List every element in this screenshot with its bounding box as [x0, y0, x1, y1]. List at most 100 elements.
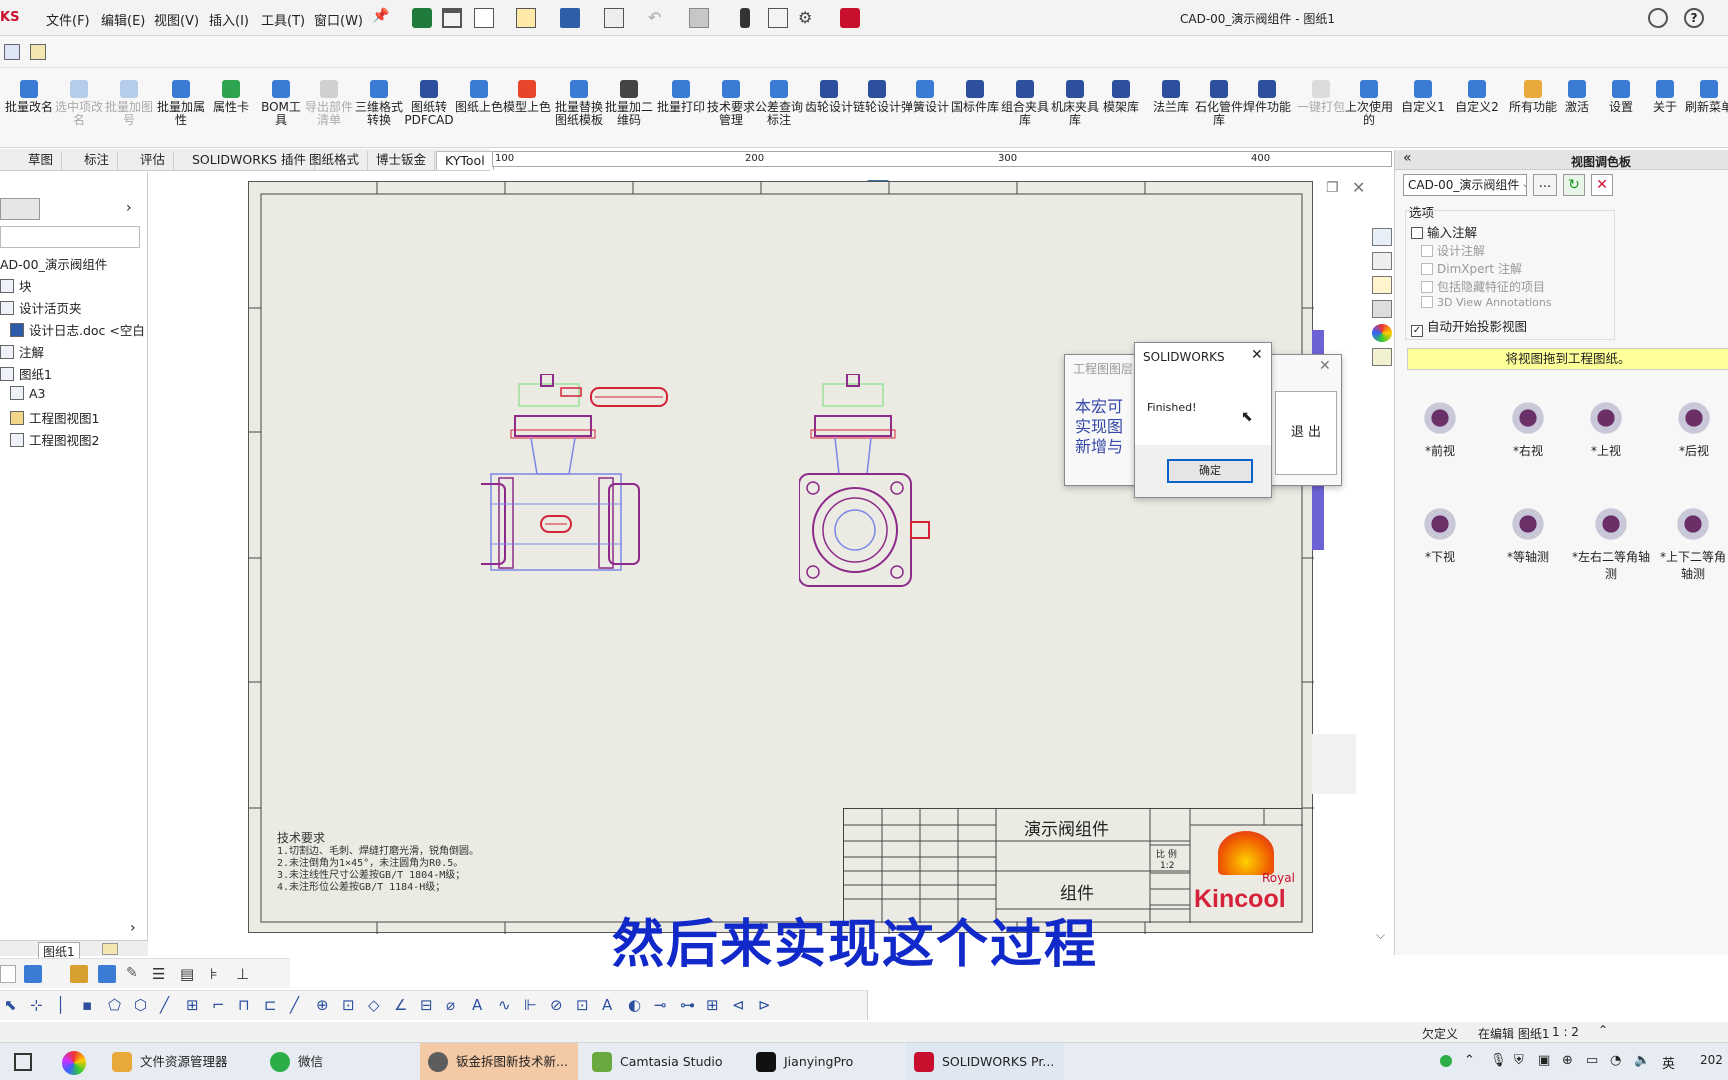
menu-insert[interactable]: 插入(I): [209, 10, 249, 29]
bring-front-icon[interactable]: ⊧: [210, 965, 228, 983]
taskbar-solidworks[interactable]: SOLIDWORKS Pr...: [906, 1043, 1064, 1080]
tray-network-icon[interactable]: ⊕: [1562, 1053, 1573, 1068]
file-properties-icon[interactable]: [768, 8, 788, 28]
tab-sheet-format[interactable]: 图纸格式: [301, 151, 369, 170]
hatch-icon[interactable]: ⊩: [524, 996, 537, 1014]
drawing-sheet[interactable]: 技术要求 1.切割边、毛刺、焊缝打磨光滑，锐角倒圆。 2.未注倒角为1×45°，…: [248, 181, 1314, 934]
cmd-button-34[interactable]: 刷新菜单: [1684, 80, 1728, 114]
spline-icon[interactable]: ╱: [290, 996, 299, 1014]
cmd-button-2[interactable]: 批量加图号: [104, 80, 154, 127]
tree-item-view2[interactable]: 工程图视图2: [10, 430, 99, 449]
tray-mic-icon[interactable]: 🎙: [1490, 1053, 1507, 1068]
menu-file[interactable]: 文件(F): [46, 10, 90, 29]
tree-root[interactable]: AD-00_演示阀组件: [0, 254, 107, 273]
block-icon[interactable]: ⊡: [576, 996, 589, 1014]
scroll-right-icon[interactable]: ›: [130, 920, 136, 936]
cmd-button-4[interactable]: 属性卡: [206, 80, 256, 114]
send-back-icon[interactable]: ⊥: [236, 965, 254, 983]
tray-wechat-icon[interactable]: [1440, 1055, 1452, 1067]
cmd-button-12[interactable]: 批量加二维码: [604, 80, 654, 127]
cmd-button-23[interactable]: 法兰库: [1146, 80, 1196, 114]
traffic-light-icon[interactable]: [740, 8, 750, 28]
tab-sw-addins[interactable]: SOLIDWORKS 插件: [184, 151, 316, 170]
browse-button[interactable]: ...: [1533, 174, 1557, 196]
rectangle-icon[interactable]: ▪: [82, 996, 92, 1014]
cmd-button-10[interactable]: 模型上色: [502, 80, 552, 114]
box-icon[interactable]: ⊡: [342, 996, 355, 1014]
scroll-down-icon[interactable]: ⌵: [1376, 928, 1385, 943]
close-window-icon[interactable]: ✕: [1352, 178, 1365, 197]
menu-tools[interactable]: 工具(T): [261, 10, 305, 29]
cmd-button-25[interactable]: 焊件功能: [1242, 80, 1292, 114]
view-dimetric-tb[interactable]: *上下二等角轴测: [1657, 504, 1728, 582]
file-explorer-icon[interactable]: [1372, 276, 1392, 294]
ok-button[interactable]: 确定: [1167, 459, 1253, 483]
collapse-pane-icon[interactable]: «: [1403, 150, 1412, 166]
view-isometric[interactable]: *等轴测: [1493, 504, 1563, 565]
cmd-button-22[interactable]: 模架库: [1096, 80, 1146, 114]
line-icon[interactable]: ╱: [160, 996, 169, 1014]
print-icon[interactable]: [604, 8, 624, 28]
cmd-button-6[interactable]: 导出部件清单: [304, 80, 354, 127]
cmd-button-16[interactable]: 齿轮设计: [804, 80, 854, 114]
cmd-button-1[interactable]: 选中项改名: [54, 80, 104, 127]
cmd-button-24[interactable]: 石化管件库: [1194, 80, 1244, 127]
cmd-button-15[interactable]: 公差查询标注: [754, 80, 804, 127]
tray-wifi-icon[interactable]: ◔: [1610, 1053, 1621, 1068]
text-icon[interactable]: A: [602, 996, 612, 1014]
design-library-icon[interactable]: [1372, 252, 1392, 270]
document-select[interactable]: CAD-00_演示阀组件 ⌵: [1403, 174, 1527, 196]
tray-volume-icon[interactable]: 🔈: [1634, 1053, 1650, 1068]
leader-icon[interactable]: ⊸: [654, 996, 667, 1014]
solid-icon[interactable]: ⬡: [134, 996, 147, 1014]
cmd-button-13[interactable]: 批量打印: [656, 80, 706, 114]
line-thickness-icon[interactable]: [98, 965, 116, 983]
excel-icon[interactable]: [412, 8, 432, 28]
line-color-icon[interactable]: [70, 965, 88, 983]
task-view-icon[interactable]: [14, 1053, 32, 1071]
cmd-button-19[interactable]: 国标件库: [950, 80, 1000, 114]
tree-item-blocks[interactable]: 块: [0, 276, 32, 295]
diameter-icon[interactable]: ⌀: [446, 996, 455, 1014]
frame-icon[interactable]: ⊞: [706, 996, 719, 1014]
undo-icon[interactable]: ↶: [648, 8, 668, 28]
cmd-button-21[interactable]: 机床夹具库: [1050, 80, 1100, 127]
appearances-icon[interactable]: [1372, 324, 1392, 342]
tree-filter-input[interactable]: [0, 226, 140, 248]
taskbar-jianying[interactable]: JianyingPro: [748, 1043, 898, 1080]
cmd-button-18[interactable]: 弹簧设计: [900, 80, 950, 114]
taskbar-sheetmetal-video[interactable]: 钣金拆图新技术新...: [420, 1043, 578, 1080]
layer-select[interactable]: [0, 965, 16, 983]
home-icon[interactable]: [442, 8, 462, 28]
tray-display-icon[interactable]: ▣: [1538, 1053, 1550, 1068]
drawing-view-1[interactable]: [481, 374, 691, 594]
tree-item-design-log[interactable]: 设计日志.doc <空白: [10, 320, 145, 339]
tree-item-binder[interactable]: 设计活页夹: [0, 298, 82, 317]
color-display-icon[interactable]: ▤: [180, 965, 198, 983]
clear-icon[interactable]: ✕: [1591, 174, 1613, 196]
drawing-view-2[interactable]: [799, 374, 939, 594]
view-palette-icon[interactable]: [1372, 300, 1392, 318]
line-style-icon[interactable]: ✎: [126, 965, 144, 983]
select-icon[interactable]: [689, 8, 709, 28]
tray-ime[interactable]: 英: [1662, 1053, 1675, 1072]
corner-icon[interactable]: ⌐: [212, 996, 225, 1014]
expand-chevron-icon[interactable]: ›: [126, 200, 132, 216]
cmd-button-20[interactable]: 组合夹具库: [1000, 80, 1050, 127]
browser-icon[interactable]: [62, 1051, 86, 1075]
left-icon[interactable]: ⊲: [732, 996, 745, 1014]
option-import-annotations[interactable]: 输入注解: [1411, 222, 1477, 241]
cmd-button-7[interactable]: 三维格式转换: [354, 80, 404, 127]
help-icon[interactable]: ?: [1684, 8, 1704, 28]
cmd-button-31[interactable]: 激活: [1552, 80, 1602, 114]
menu-view[interactable]: 视图(V): [154, 10, 199, 29]
cmd-button-0[interactable]: 批量改名: [4, 80, 54, 114]
tree-item-annotations[interactable]: 注解: [0, 342, 44, 361]
tree-item-view1[interactable]: 工程图视图1: [10, 408, 99, 427]
cmd-button-32[interactable]: 设置: [1596, 80, 1646, 114]
tab-kytool[interactable]: KYTool: [436, 151, 494, 170]
layer-properties-icon[interactable]: [24, 965, 42, 983]
view-right[interactable]: *右视: [1493, 398, 1563, 459]
arc-icon[interactable]: ⊏: [264, 996, 277, 1014]
tray-clock[interactable]: 202: [1700, 1053, 1723, 1067]
